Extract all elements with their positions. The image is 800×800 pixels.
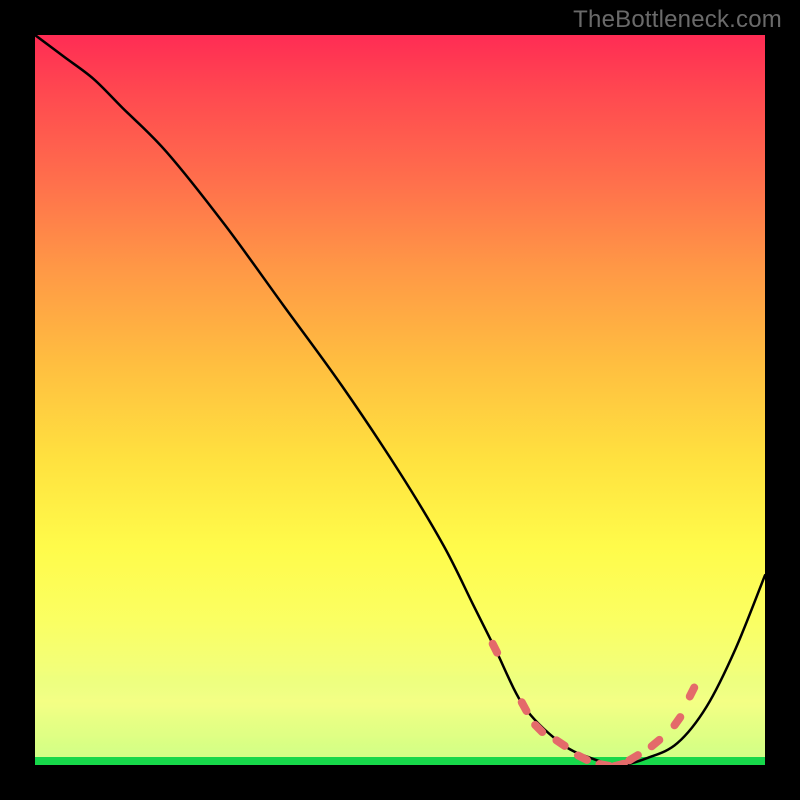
curve-marker [646,734,665,752]
marker-group [487,638,699,765]
plot-area [35,35,765,765]
curve-marker [684,682,699,702]
curve-marker [487,638,502,658]
chart-frame: TheBottleneck.com [0,0,800,800]
bottleneck-curve-path [35,35,765,765]
curve-marker [516,697,532,717]
curve-marker [669,712,686,731]
curve-marker [573,750,593,765]
credit-label: TheBottleneck.com [573,6,782,34]
curve-layer [35,35,765,765]
